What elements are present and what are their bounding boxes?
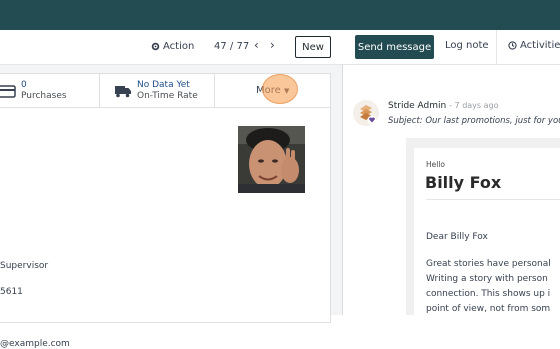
email-body-line: Writing a story with person — [426, 274, 548, 284]
on-time-rate-label: On-Time Rate — [137, 91, 198, 101]
email-body: Great stories have personal Writing a st… — [426, 257, 560, 317]
job-title-value: Supervisor — [0, 261, 49, 271]
new-button[interactable]: New — [295, 36, 331, 58]
email-body-line: Great stories have personal — [426, 259, 551, 269]
on-time-rate-value: No Data Yet — [137, 80, 190, 90]
divider — [343, 64, 560, 65]
email-preview: Hello Billy Fox Dear Billy Fox Great sto… — [406, 138, 560, 315]
message-header: Stride Admin - 7 days ago — [388, 101, 499, 111]
purchases-stat-button[interactable]: 0 Purchases — [0, 74, 100, 108]
click-highlight — [262, 74, 298, 104]
gear-icon — [151, 42, 160, 51]
email-greeting: Dear Billy Fox — [426, 232, 488, 242]
email-hello: Hello — [426, 160, 446, 169]
clock-icon — [508, 41, 517, 50]
message-date: - 7 days ago — [449, 101, 499, 110]
previous-record-icon[interactable]: ‹ — [254, 38, 259, 52]
top-navbar — [0, 0, 560, 30]
divider — [426, 199, 560, 200]
chatter-topbar: Send message Log note Activities — [343, 30, 560, 64]
truck-icon — [115, 85, 131, 97]
on-time-rate-stat-button[interactable]: No Data Yet On-Time Rate — [100, 74, 215, 108]
purchases-label: Purchases — [21, 91, 67, 101]
email-recipient-name: Billy Fox — [425, 173, 502, 192]
author-name[interactable]: Stride Admin — [388, 101, 446, 111]
send-message-button[interactable]: Send message — [355, 35, 434, 59]
form-sheet: 0 Purchases No Data Yet On-Time Rate Mor… — [0, 73, 331, 349]
email-card: Hello Billy Fox Dear Billy Fox Great sto… — [414, 148, 560, 315]
pager-value[interactable]: 47 / 77 — [214, 41, 249, 52]
email-body-line: connection. This shows up i — [426, 289, 551, 299]
action-label: Action — [163, 41, 195, 52]
purchases-count: 0 — [21, 80, 27, 90]
activities-button[interactable]: Activities — [508, 40, 560, 51]
control-panel: Action 47 / 77 ‹ › New — [0, 30, 343, 65]
credit-card-icon — [0, 84, 16, 98]
phone-value: 5611 — [0, 287, 23, 297]
activities-label: Activities — [520, 40, 560, 51]
message-subject: Subject: Our last promotions, just for y… — [388, 116, 560, 126]
email-value: @example.com — [0, 339, 70, 349]
log-note-button[interactable]: Log note — [445, 40, 489, 51]
action-menu-button[interactable]: Action — [151, 41, 194, 52]
divider — [496, 30, 497, 64]
form-view: Action 47 / 77 ‹ › New 0 Purchases No Da… — [0, 30, 343, 349]
chatter-panel: Send message Log note Activities Stride … — [343, 30, 560, 315]
next-record-icon[interactable]: › — [270, 38, 275, 52]
author-avatar[interactable] — [353, 100, 379, 126]
employee-photo[interactable] — [238, 126, 305, 193]
